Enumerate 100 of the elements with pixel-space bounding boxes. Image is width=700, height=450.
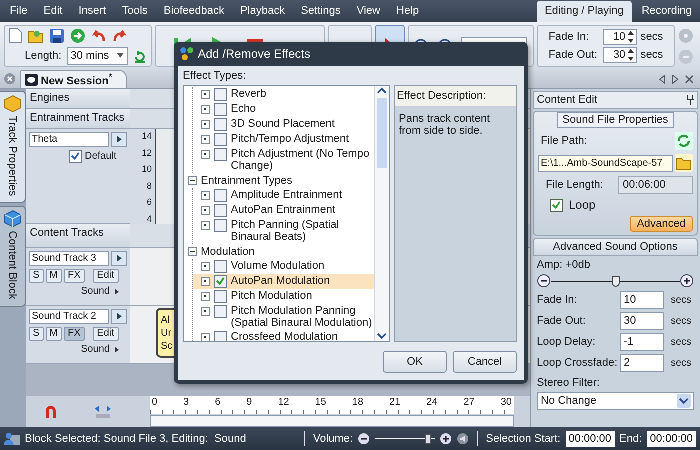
menu-item[interactable]: Biofeedback: [156, 5, 232, 22]
close-icon[interactable]: [4, 73, 16, 85]
redo-icon[interactable]: [112, 28, 128, 44]
speaker-icon[interactable]: [457, 432, 470, 444]
pin-icon[interactable]: [687, 95, 694, 105]
dialog-button[interactable]: Cancel: [453, 351, 517, 373]
reset-icon[interactable]: [133, 48, 148, 62]
plus-icon[interactable]: [680, 274, 694, 288]
checkbox[interactable]: [214, 148, 227, 161]
expander-icon[interactable]: [201, 307, 210, 316]
refresh-icon[interactable]: [675, 132, 693, 150]
tree-item[interactable]: Pitch/Tempo Adjustment: [193, 132, 374, 147]
menu-item[interactable]: Tools: [114, 5, 156, 22]
stereo-filter-dropdown[interactable]: No Change: [537, 392, 694, 410]
checkbox[interactable]: [214, 189, 227, 202]
input-field[interactable]: 2: [620, 354, 664, 372]
tree-group[interactable]: Modulation: [201, 246, 255, 258]
undo-icon[interactable]: [91, 28, 107, 44]
track-button[interactable]: Edit: [92, 327, 119, 341]
length-dropdown[interactable]: 30 mins: [66, 46, 128, 64]
checkbox[interactable]: [214, 103, 227, 116]
input-field[interactable]: -1: [620, 333, 664, 351]
new-document-icon[interactable]: [9, 28, 23, 44]
tree-item[interactable]: 3D Sound Placement: [193, 117, 374, 132]
section-header[interactable]: Content Tracks: [26, 224, 130, 248]
dialog-button[interactable]: OK: [383, 351, 447, 373]
mode-tab[interactable]: Recording: [634, 1, 700, 22]
side-tab[interactable]: Track Properties: [0, 91, 26, 204]
tree-item[interactable]: Pitch Modulation: [193, 289, 374, 304]
track-button[interactable]: FX: [64, 269, 85, 283]
menu-item[interactable]: File: [2, 5, 36, 22]
tree-item[interactable]: Pitch Panning (Spatial Binaural Beats): [193, 218, 374, 244]
right-arrow-icon[interactable]: [672, 74, 679, 84]
fade-out-spinner[interactable]: 30: [602, 47, 637, 63]
tree-item[interactable]: Reverb: [193, 87, 374, 102]
selection-start-field[interactable]: 00:00:00: [566, 430, 615, 446]
input-field[interactable]: 10: [620, 291, 664, 309]
menu-item[interactable]: Settings: [293, 5, 349, 22]
save-icon[interactable]: [49, 28, 65, 44]
open-folder-icon[interactable]: [675, 154, 693, 172]
minus-icon[interactable]: [537, 274, 551, 288]
slider-thumb[interactable]: [612, 276, 620, 286]
session-tab[interactable]: New Session$^{*}$: [20, 70, 128, 88]
advanced-button[interactable]: Advanced: [630, 216, 693, 232]
track-type-label[interactable]: Sound: [81, 286, 110, 297]
menu-item[interactable]: Help: [388, 5, 428, 22]
magnet-icon[interactable]: [44, 404, 58, 418]
checkbox[interactable]: [214, 88, 227, 101]
timeline-ruler[interactable]: 0 3 6 9 12 15 18 21 24 27 30: [150, 396, 514, 414]
checkbox[interactable]: [214, 118, 227, 131]
mode-tab[interactable]: Editing / Playing: [536, 1, 632, 22]
track-name-field[interactable]: Sound Track 2: [29, 309, 109, 324]
section-header[interactable]: Entrainment Tracks: [26, 109, 130, 129]
track-menu-button[interactable]: [111, 309, 127, 324]
fit-arrows-icon[interactable]: [94, 404, 112, 418]
track-button[interactable]: S: [29, 327, 44, 341]
left-arrow-icon[interactable]: [659, 74, 666, 84]
track-button[interactable]: M: [46, 269, 62, 283]
checkbox[interactable]: [214, 133, 227, 146]
loop-checkbox[interactable]: [550, 198, 563, 212]
collapse-icon[interactable]: [188, 247, 197, 256]
slider-thumb[interactable]: [424, 434, 431, 444]
track-type-label[interactable]: Sound: [81, 344, 110, 355]
expander-icon[interactable]: [201, 262, 210, 271]
expander-icon[interactable]: [201, 221, 210, 230]
track-button[interactable]: FX: [64, 327, 85, 341]
tree-item[interactable]: Pitch Modulation Panning (Spatial Binaural Modulation): [193, 304, 374, 330]
expander-icon[interactable]: [201, 333, 210, 341]
checkbox[interactable]: [214, 305, 227, 318]
input-field[interactable]: 30: [620, 312, 664, 330]
minus-icon[interactable]: [358, 432, 370, 444]
default-checkbox[interactable]: [69, 150, 82, 163]
close-icon[interactable]: [685, 74, 694, 84]
expander-icon[interactable]: [201, 150, 210, 159]
tree-item[interactable]: Crossfeed Modulation: [193, 330, 374, 341]
expander-icon[interactable]: [201, 105, 210, 114]
checkbox[interactable]: [214, 290, 227, 303]
track-button[interactable]: S: [29, 269, 44, 283]
track-menu-button[interactable]: [111, 132, 127, 147]
fade-in-spinner[interactable]: 10: [602, 29, 637, 45]
track-button[interactable]: M: [46, 327, 62, 341]
file-path-field[interactable]: E:\1...Amb-SoundScape-57: [538, 154, 673, 172]
section-header[interactable]: Engines: [26, 89, 130, 109]
right-arrow-icon[interactable]: [115, 346, 119, 352]
menu-item[interactable]: Insert: [70, 5, 114, 22]
tree-item[interactable]: AutoPan Modulation: [193, 274, 374, 289]
checkbox[interactable]: [214, 275, 227, 288]
checkbox[interactable]: [214, 331, 227, 341]
expander-icon[interactable]: [201, 120, 210, 129]
side-tab[interactable]: Content Block: [0, 206, 26, 307]
track-name-field[interactable]: Sound Track 3: [29, 251, 109, 266]
tree-group[interactable]: Entrainment Types: [201, 174, 293, 186]
tree-item[interactable]: Pitch Adjustment (No Tempo Change): [193, 147, 374, 173]
menu-item[interactable]: View: [348, 5, 388, 22]
expander-icon[interactable]: [201, 277, 210, 286]
menu-item[interactable]: Edit: [36, 5, 71, 22]
plus-icon[interactable]: [440, 432, 452, 444]
expander-icon[interactable]: [201, 206, 210, 215]
checkbox[interactable]: [214, 219, 227, 232]
expander-icon[interactable]: [201, 90, 210, 99]
